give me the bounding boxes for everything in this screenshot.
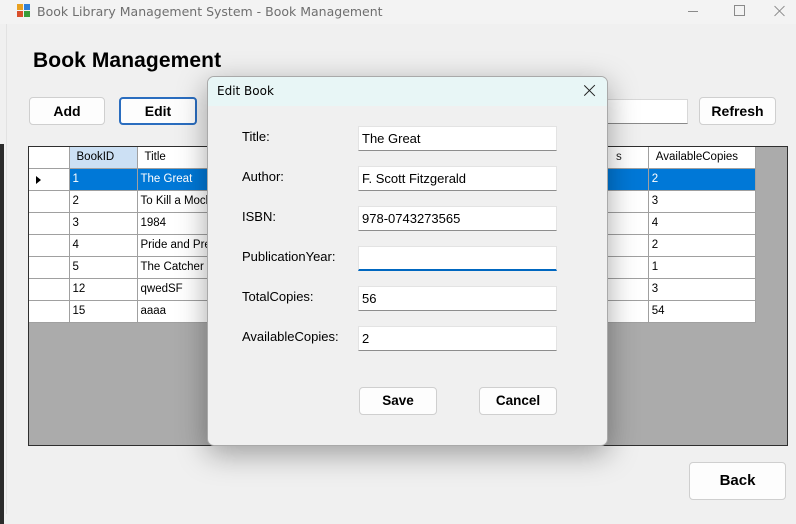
row-header[interactable] <box>29 234 70 257</box>
row-header[interactable] <box>29 212 70 235</box>
cell-bookid[interactable]: 4 <box>69 234 138 257</box>
cancel-button[interactable]: Cancel <box>479 387 557 415</box>
current-row-arrow-icon <box>36 175 41 184</box>
available-copies-field[interactable] <box>358 326 557 351</box>
cell-bookid[interactable]: 5 <box>69 256 138 279</box>
isbn-label: ISBN: <box>242 209 276 224</box>
edit-book-dialog: Edit Book Title: Author: ISBN: Publicati… <box>207 76 608 446</box>
minimize-icon[interactable] <box>670 0 716 24</box>
cell-bookid[interactable]: 3 <box>69 212 138 235</box>
column-header-bookid[interactable]: BookID <box>69 147 138 169</box>
grid-corner-cell[interactable] <box>29 147 70 169</box>
title-label: Title: <box>242 129 270 144</box>
publication-year-label: PublicationYear: <box>242 249 336 264</box>
cell-bookid[interactable]: 2 <box>69 190 138 213</box>
row-header[interactable] <box>29 300 70 323</box>
edit-button[interactable]: Edit <box>119 97 197 125</box>
column-header-availablecopies[interactable]: AvailableCopies <box>648 147 756 169</box>
isbn-field[interactable] <box>358 206 557 231</box>
search-input[interactable] <box>600 99 688 124</box>
title-field[interactable] <box>358 126 557 151</box>
window-close-icon[interactable] <box>762 0 796 24</box>
back-button[interactable]: Back <box>689 462 786 500</box>
row-header[interactable] <box>29 278 70 301</box>
row-header[interactable] <box>29 190 70 213</box>
total-copies-field[interactable] <box>358 286 557 311</box>
window-title: Book Library Management System - Book Ma… <box>37 4 383 19</box>
cell-availablecopies[interactable]: 2 <box>648 234 756 257</box>
refresh-button[interactable]: Refresh <box>699 97 776 125</box>
library-app-icon <box>17 4 31 18</box>
total-copies-label: TotalCopies: <box>242 289 314 304</box>
add-button[interactable]: Add <box>29 97 105 125</box>
cell-availablecopies[interactable]: 4 <box>648 212 756 235</box>
dialog-titlebar[interactable]: Edit Book <box>208 77 607 106</box>
dialog-title: Edit Book <box>217 84 274 98</box>
cell-availablecopies[interactable]: 3 <box>648 190 756 213</box>
row-header[interactable] <box>29 168 70 191</box>
maximize-icon[interactable] <box>716 0 762 24</box>
available-copies-label: AvailableCopies: <box>242 329 339 344</box>
cell-bookid[interactable]: 1 <box>69 168 138 191</box>
row-header[interactable] <box>29 256 70 279</box>
page-title: Book Management <box>33 49 222 72</box>
window-titlebar: Book Library Management System - Book Ma… <box>0 0 796 24</box>
cell-bookid[interactable]: 12 <box>69 278 138 301</box>
cell-availablecopies[interactable]: 54 <box>648 300 756 323</box>
cell-availablecopies[interactable]: 3 <box>648 278 756 301</box>
cell-bookid[interactable]: 15 <box>69 300 138 323</box>
cell-availablecopies[interactable]: 2 <box>648 168 756 191</box>
dialog-close-icon[interactable] <box>582 83 598 99</box>
cell-availablecopies[interactable]: 1 <box>648 256 756 279</box>
author-label: Author: <box>242 169 284 184</box>
author-field[interactable] <box>358 166 557 191</box>
save-button[interactable]: Save <box>359 387 437 415</box>
publication-year-field[interactable] <box>358 246 557 271</box>
window-left-edge <box>0 24 7 524</box>
